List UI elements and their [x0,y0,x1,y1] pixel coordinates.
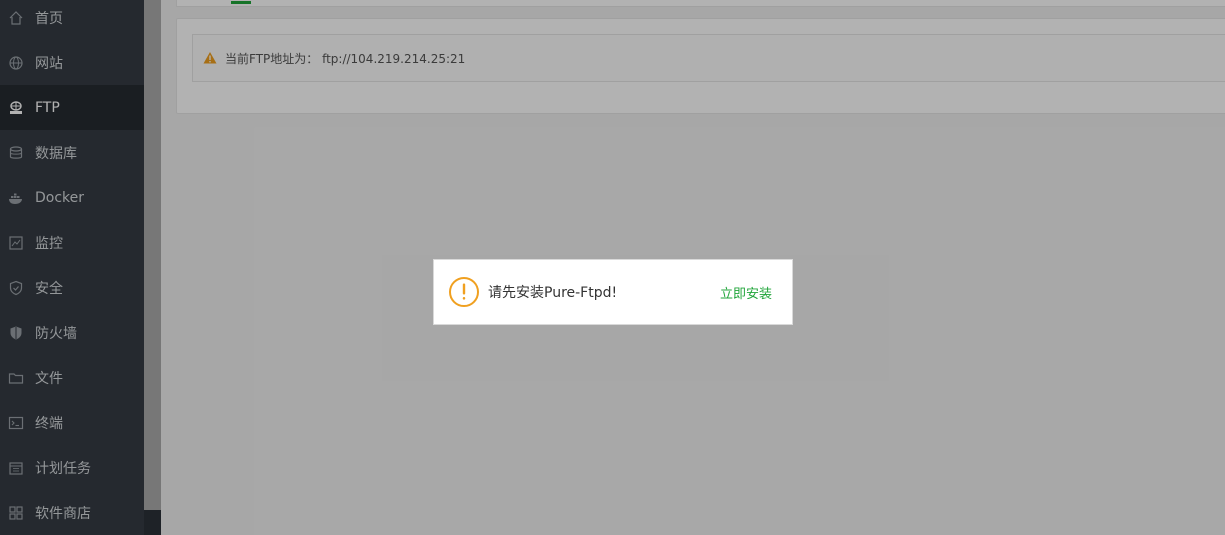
dialog-message: 请先安装Pure-Ftpd! [488,285,618,301]
exclamation-circle-icon [448,276,480,308]
install-prompt-dialog: 请先安装Pure-Ftpd! 立即安装 [433,259,793,325]
install-now-link[interactable]: 立即安装 [720,283,772,302]
app-window: 首页 网站 FTP 数据库 Docker 监控 安全 防火墙 文件 终端 计划任… [0,0,1225,535]
